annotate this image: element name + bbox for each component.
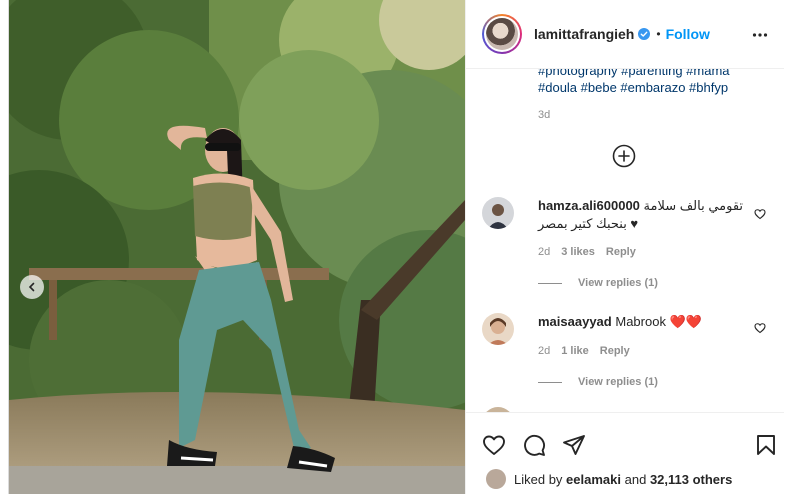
comment-heart-icon[interactable] (754, 322, 766, 334)
view-replies-label: View replies (1) (578, 376, 658, 388)
comment-likes[interactable]: 1 like (561, 345, 589, 357)
comment-meta: 2d 3 likes Reply (538, 246, 636, 258)
paper-plane-icon[interactable] (562, 433, 586, 457)
commenter-avatar-image (482, 197, 514, 229)
liked-by-and: and (624, 471, 647, 487)
plus-circle-icon[interactable] (612, 144, 636, 168)
carousel-prev-button[interactable] (20, 275, 44, 299)
comment-reply-button[interactable]: Reply (606, 246, 636, 258)
author-avatar[interactable] (482, 14, 522, 54)
comments-list[interactable]: #photography #parenting #mama #doula #be… (466, 69, 784, 412)
author-username[interactable]: lamittafrangieh (534, 26, 634, 42)
comment-body: maisaayyad Mabrook ❤️❤️ (538, 313, 750, 331)
post-side-panel: lamittafrangieh • Follow #photography #p… (465, 0, 784, 494)
commenter-avatar-image (482, 313, 514, 345)
author-avatar-frame (484, 16, 520, 52)
comment-time[interactable]: 2d (538, 345, 550, 357)
more-options-icon[interactable] (752, 27, 768, 43)
view-replies-button[interactable]: View replies (1) (538, 277, 658, 289)
instagram-post-modal: lamittafrangieh • Follow #photography #p… (8, 0, 784, 494)
bookmark-icon[interactable] (754, 433, 778, 457)
comment-username[interactable]: hamza.ali600000 (538, 198, 640, 213)
commenter-avatar[interactable] (482, 197, 514, 229)
comment-body: hamza.ali600000 تقومي بالف سلامة ♥ بنحبك… (538, 197, 750, 233)
caption-timestamp[interactable]: 3d (538, 109, 550, 121)
liked-by-summary: Liked by eelamaki and 32,113 others (486, 469, 732, 489)
comment-username[interactable]: maisaayyad (538, 314, 612, 329)
replies-divider (538, 282, 562, 284)
comment-meta: 2d 1 like Reply (538, 345, 630, 357)
comment-likes[interactable]: 3 likes (561, 246, 595, 258)
liked-by-prefix: Liked by (514, 471, 563, 487)
hashtags-line-1[interactable]: #photography #parenting #mama (538, 69, 770, 79)
follow-button[interactable]: Follow (666, 26, 710, 42)
comment-icon[interactable] (522, 433, 546, 457)
commenter-avatar[interactable] (482, 313, 514, 345)
view-replies-label: View replies (1) (578, 277, 658, 289)
comment-time[interactable]: 2d (538, 246, 550, 258)
caption-hashtags: #photography #parenting #mama #doula #be… (538, 69, 770, 96)
comment-text: Mabrook ❤️❤️ (615, 314, 702, 329)
hashtags-line-2[interactable]: #doula #bebe #embarazo #bhfyp (538, 79, 770, 96)
post-photo[interactable] (9, 0, 465, 494)
verified-badge-icon (638, 28, 651, 40)
post-header: lamittafrangieh • Follow (466, 0, 784, 69)
author-avatar-image (486, 18, 518, 50)
header-separator: • (656, 27, 661, 41)
replies-divider (538, 381, 562, 383)
liked-by-username[interactable]: eelamaki (566, 472, 621, 487)
chevron-left-icon (28, 282, 35, 292)
comment-heart-icon[interactable] (754, 208, 766, 220)
post-actions-bar: Liked by eelamaki and 32,113 others (466, 412, 784, 494)
photo-scene (9, 0, 465, 494)
liked-by-count[interactable]: 32,113 others (650, 472, 732, 487)
view-replies-button[interactable]: View replies (1) (538, 376, 658, 388)
liked-by-avatar[interactable] (486, 469, 506, 489)
comment-reply-button[interactable]: Reply (600, 345, 630, 357)
heart-icon[interactable] (482, 433, 506, 457)
